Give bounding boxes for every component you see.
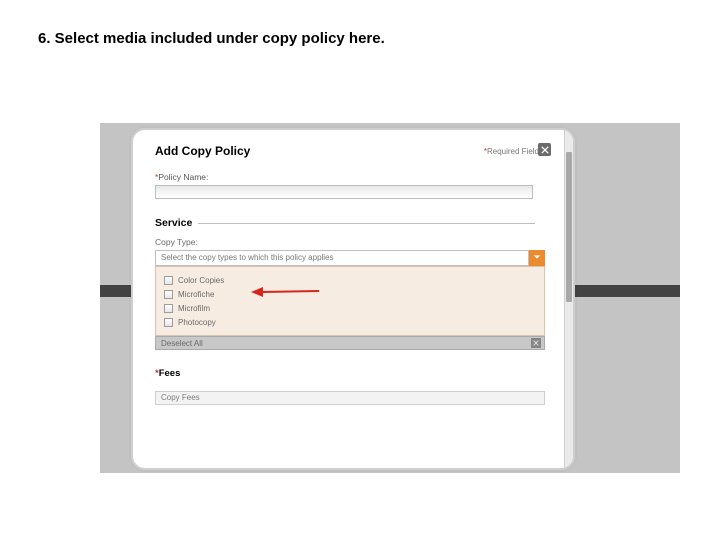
- collapse-icon: [533, 339, 539, 348]
- modal-header: Add Copy Policy *Required Fields: [155, 144, 563, 158]
- step-caption: 6. Select media included under copy poli…: [38, 30, 385, 47]
- option-color-copies[interactable]: Color Copies: [164, 273, 536, 287]
- deselect-all-label: Deselect All: [161, 339, 203, 348]
- option-label: Microfiche: [178, 290, 214, 299]
- copy-type-label: Copy Type:: [155, 237, 563, 247]
- policy-name-label: *Policy Name:: [155, 172, 563, 182]
- checkbox[interactable]: [164, 276, 173, 285]
- option-photocopy[interactable]: Photocopy: [164, 315, 536, 329]
- copy-type-options: Color Copies Microfiche Microfilm Photoc…: [155, 266, 545, 336]
- checkbox[interactable]: [164, 304, 173, 313]
- checkbox[interactable]: [164, 318, 173, 327]
- policy-name-text: Policy Name:: [158, 172, 208, 182]
- option-microfilm[interactable]: Microfilm: [164, 301, 536, 315]
- checkbox[interactable]: [164, 290, 173, 299]
- section-service-title: Service: [155, 217, 192, 229]
- close-icon: [541, 141, 549, 159]
- dropdown-placeholder: Select the copy types to which this poli…: [155, 250, 529, 266]
- modal-add-copy-policy: Add Copy Policy *Required Fields *Policy…: [131, 128, 575, 470]
- deselect-all-button[interactable]: Deselect All: [155, 336, 545, 350]
- copy-fees-label: Copy Fees: [161, 393, 200, 402]
- option-microfiche[interactable]: Microfiche: [164, 287, 536, 301]
- divider: [198, 223, 535, 224]
- required-fields-text: Required Fields: [487, 147, 543, 156]
- collapse-button[interactable]: [531, 338, 541, 348]
- option-label: Microfilm: [178, 304, 210, 313]
- chevron-down-icon: [533, 253, 541, 263]
- dropdown-toggle[interactable]: [529, 250, 545, 266]
- modal-title: Add Copy Policy: [155, 144, 250, 158]
- scrollbar[interactable]: [564, 130, 573, 468]
- close-button[interactable]: [538, 143, 551, 156]
- fees-section-label: *Fees: [155, 368, 563, 379]
- copy-type-dropdown[interactable]: Select the copy types to which this poli…: [155, 250, 545, 266]
- fees-text: Fees: [159, 368, 181, 379]
- required-fields-note: *Required Fields: [484, 147, 543, 156]
- scrollbar-thumb[interactable]: [566, 152, 572, 302]
- option-label: Color Copies: [178, 276, 224, 285]
- option-label: Photocopy: [178, 318, 216, 327]
- modal-body: Add Copy Policy *Required Fields *Policy…: [155, 144, 563, 468]
- copy-fees-row: Copy Fees: [155, 391, 545, 405]
- section-service: Service: [155, 217, 535, 229]
- policy-name-input[interactable]: [155, 185, 533, 199]
